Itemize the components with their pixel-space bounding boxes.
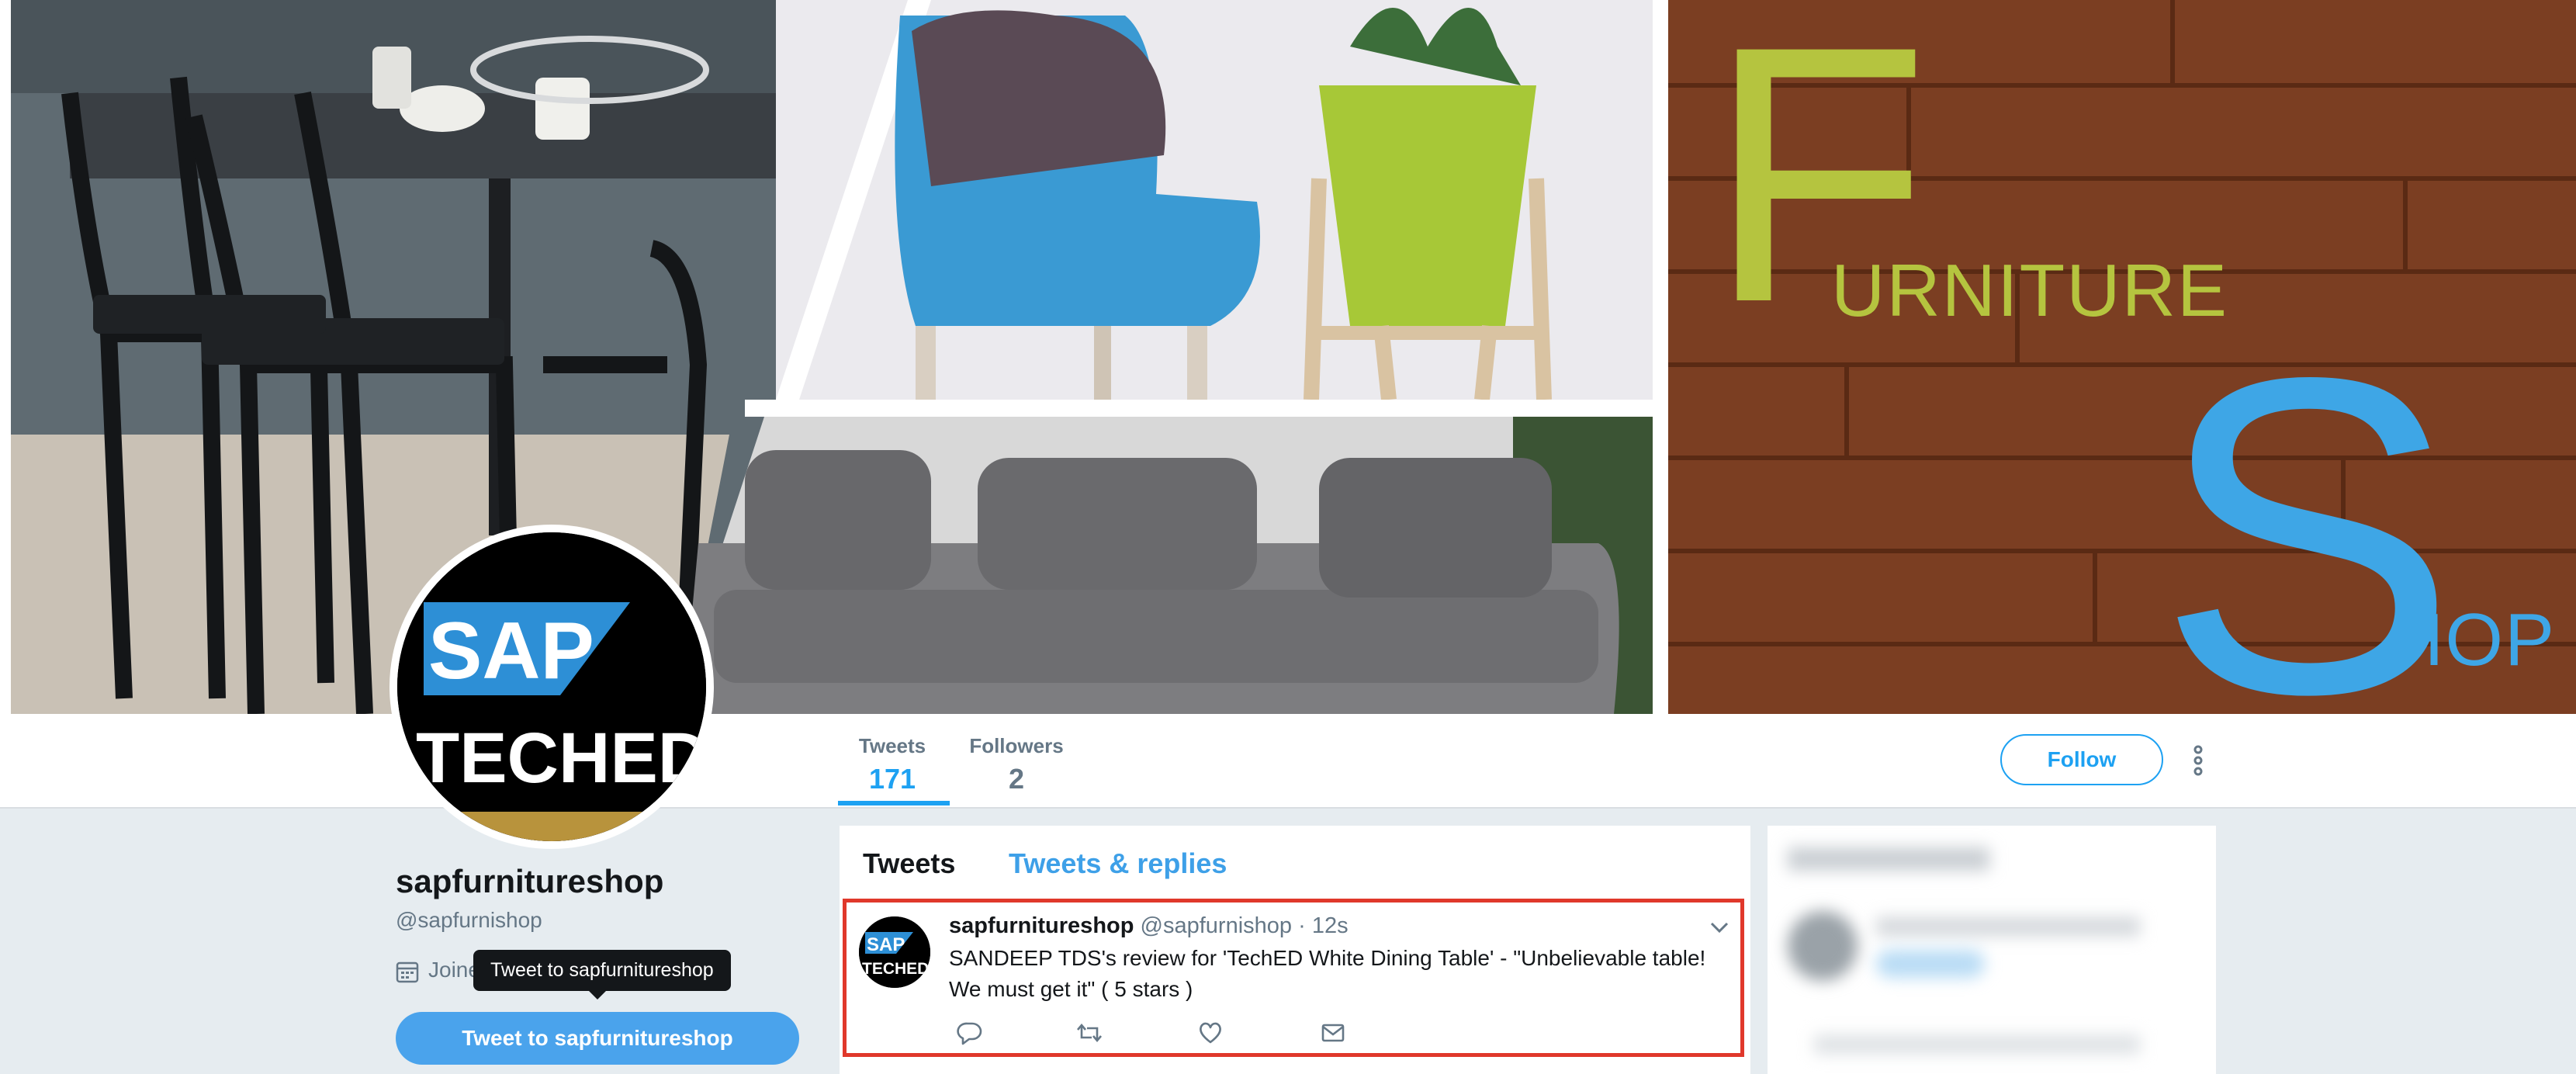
tweet-separator: · bbox=[1298, 913, 1306, 938]
active-tab-underline bbox=[838, 801, 950, 806]
tweet-to-button[interactable]: Tweet to sapfurnitureshop bbox=[396, 1012, 799, 1065]
tweet-avatar-brand-bottom: TECHED bbox=[862, 960, 929, 978]
tweet-text: SANDEEP TDS's review for 'TechED White D… bbox=[949, 946, 1706, 1001]
nav-stat-followers[interactable]: Followers 2 bbox=[962, 734, 1071, 795]
blurred-avatar bbox=[1788, 911, 1858, 981]
tweet-timestamp[interactable]: 12s bbox=[1312, 913, 1349, 938]
profile-avatar[interactable]: SAP TECHED bbox=[390, 525, 714, 849]
avatar-brand-bottom: TECHED bbox=[416, 719, 706, 798]
reply-icon[interactable] bbox=[957, 1020, 983, 1045]
nav-stat-label: Followers bbox=[969, 734, 1064, 757]
follow-button[interactable]: Follow bbox=[2000, 734, 2163, 785]
blurred-line bbox=[1876, 917, 2140, 936]
tab-tweets-and-replies[interactable]: Tweets & replies bbox=[1009, 847, 1227, 880]
tweet-avatar[interactable]: SAP TECHED bbox=[859, 916, 930, 988]
nav-stat-label: Tweets bbox=[858, 734, 926, 757]
joined-text: Joine bbox=[428, 958, 480, 982]
profile-name[interactable]: sapfurnitureshop bbox=[396, 863, 663, 900]
sap-teched-logo: SAP TECHED bbox=[397, 532, 706, 841]
tweet-author-name[interactable]: sapfurnitureshop bbox=[949, 913, 1134, 938]
tweet-avatar-brand-top: SAP bbox=[867, 934, 905, 955]
profile-nav-bar: Tweets 171 Followers 2 Follow bbox=[0, 714, 2576, 809]
timeline-panel: Tweets Tweets & replies SAP TECHED sapfu… bbox=[840, 826, 1750, 1074]
calendar-icon bbox=[396, 961, 419, 982]
profile-banner: F URNITURE S HOP bbox=[0, 0, 2576, 714]
like-icon[interactable] bbox=[1197, 1020, 1224, 1045]
nav-stat-value: 2 bbox=[1008, 763, 1025, 795]
nav-stat-value: 171 bbox=[868, 763, 916, 795]
blurred-line bbox=[1814, 1035, 2140, 1054]
retweet-icon[interactable] bbox=[1076, 1020, 1103, 1045]
nav-stat-tweets[interactable]: Tweets 171 bbox=[838, 734, 947, 795]
tooltip-arrow bbox=[588, 990, 607, 1000]
profile-handle[interactable]: @sapfurnishop bbox=[396, 908, 542, 933]
blurred-button bbox=[1876, 950, 1985, 978]
tweet-to-tooltip: Tweet to sapfurnitureshop bbox=[473, 950, 731, 991]
who-to-follow-panel-blurred bbox=[1768, 826, 2216, 1074]
tweet-header: sapfurnitureshop @sapfurnishop · 12s bbox=[949, 913, 1349, 939]
tweet-item-highlighted[interactable]: SAP TECHED sapfurnitureshop @sapfurnisho… bbox=[843, 899, 1744, 1057]
blurred-heading bbox=[1788, 847, 1989, 871]
joined-date-row: Joine bbox=[396, 958, 480, 983]
avatar-brand-top: SAP bbox=[428, 606, 594, 696]
tweet-author-handle[interactable]: @sapfurnishop bbox=[1141, 913, 1293, 938]
direct-message-icon[interactable] bbox=[1320, 1020, 1346, 1045]
vertical-dots-icon[interactable] bbox=[2188, 743, 2208, 778]
chevron-down-icon[interactable] bbox=[1709, 921, 1729, 934]
tab-tweets[interactable]: Tweets bbox=[863, 847, 955, 880]
logo-word-hop: HOP bbox=[2390, 598, 2557, 681]
